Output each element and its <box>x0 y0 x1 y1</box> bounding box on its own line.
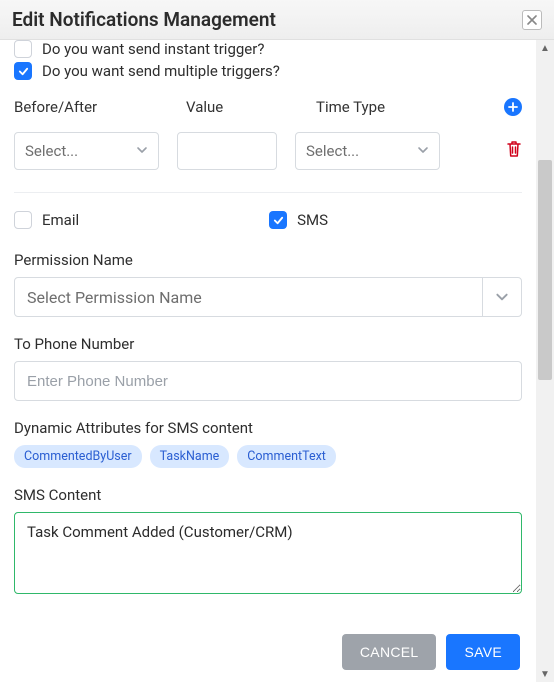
scroll-up-arrow-icon[interactable]: ▲ <box>536 40 554 56</box>
dialog-title: Edit Notifications Management <box>12 8 276 31</box>
sms-channel-row: SMS <box>269 211 328 229</box>
close-icon[interactable] <box>522 10 542 30</box>
chip-task-name[interactable]: TaskName <box>150 445 230 468</box>
sms-content-textarea[interactable] <box>14 512 522 594</box>
scrollbar-thumb[interactable] <box>538 160 552 380</box>
trigger-header-row: Before/After Value Time Type <box>14 98 522 116</box>
channels-row: Email SMS <box>14 207 522 233</box>
trash-icon[interactable] <box>506 140 522 163</box>
value-column-label: Value <box>186 98 316 116</box>
email-checkbox[interactable] <box>14 211 32 229</box>
multiple-trigger-row: Do you want send multiple triggers? <box>14 62 522 80</box>
time-type-placeholder: Select... <box>306 142 359 160</box>
dialog-header: Edit Notifications Management <box>0 0 554 40</box>
permission-name-select[interactable]: Select Permission Name <box>14 277 522 317</box>
before-after-select[interactable]: Select... <box>14 132 159 170</box>
trigger-value-input[interactable] <box>177 132 277 170</box>
multiple-trigger-label: Do you want send multiple triggers? <box>42 62 280 80</box>
instant-trigger-row: Do you want send instant trigger? <box>14 40 522 58</box>
before-after-placeholder: Select... <box>25 142 78 160</box>
phone-number-label: To Phone Number <box>14 335 522 353</box>
phone-number-input[interactable] <box>14 361 522 401</box>
email-channel-row: Email <box>14 211 79 229</box>
time-type-label: Time Type <box>316 98 504 116</box>
sms-checkbox[interactable] <box>269 211 287 229</box>
email-label: Email <box>42 211 79 229</box>
trigger-row: Select... Select... <box>14 132 522 170</box>
chip-commented-by-user[interactable]: CommentedByUser <box>14 445 142 468</box>
trigger-column-labels: Before/After Value Time Type <box>14 98 504 116</box>
dynamic-attributes-chips: CommentedByUser TaskName CommentText <box>14 445 522 468</box>
sms-label: SMS <box>297 211 328 229</box>
multiple-trigger-checkbox[interactable] <box>14 62 32 80</box>
chevron-down-icon <box>483 290 521 304</box>
permission-name-label: Permission Name <box>14 251 522 269</box>
time-type-select[interactable]: Select... <box>295 132 440 170</box>
before-after-label: Before/After <box>14 98 186 116</box>
add-trigger-button[interactable] <box>504 98 522 116</box>
chevron-down-icon <box>417 144 429 159</box>
dialog-footer: CANCEL SAVE <box>0 622 536 682</box>
save-button[interactable]: SAVE <box>446 634 520 670</box>
permission-placeholder: Select Permission Name <box>27 288 202 307</box>
chevron-down-icon <box>136 144 148 159</box>
dialog-body: Do you want send instant trigger? Do you… <box>0 40 536 622</box>
instant-trigger-label: Do you want send instant trigger? <box>42 40 264 58</box>
scroll-down-arrow-icon[interactable]: ▼ <box>536 666 554 682</box>
dynamic-attributes-label: Dynamic Attributes for SMS content <box>14 419 522 437</box>
instant-trigger-checkbox[interactable] <box>14 40 32 58</box>
divider <box>14 192 522 193</box>
cancel-button[interactable]: CANCEL <box>342 634 437 670</box>
scrollbar-track[interactable]: ▲ ▼ <box>536 40 554 682</box>
chip-comment-text[interactable]: CommentText <box>237 445 336 468</box>
sms-content-label: SMS Content <box>14 486 522 504</box>
